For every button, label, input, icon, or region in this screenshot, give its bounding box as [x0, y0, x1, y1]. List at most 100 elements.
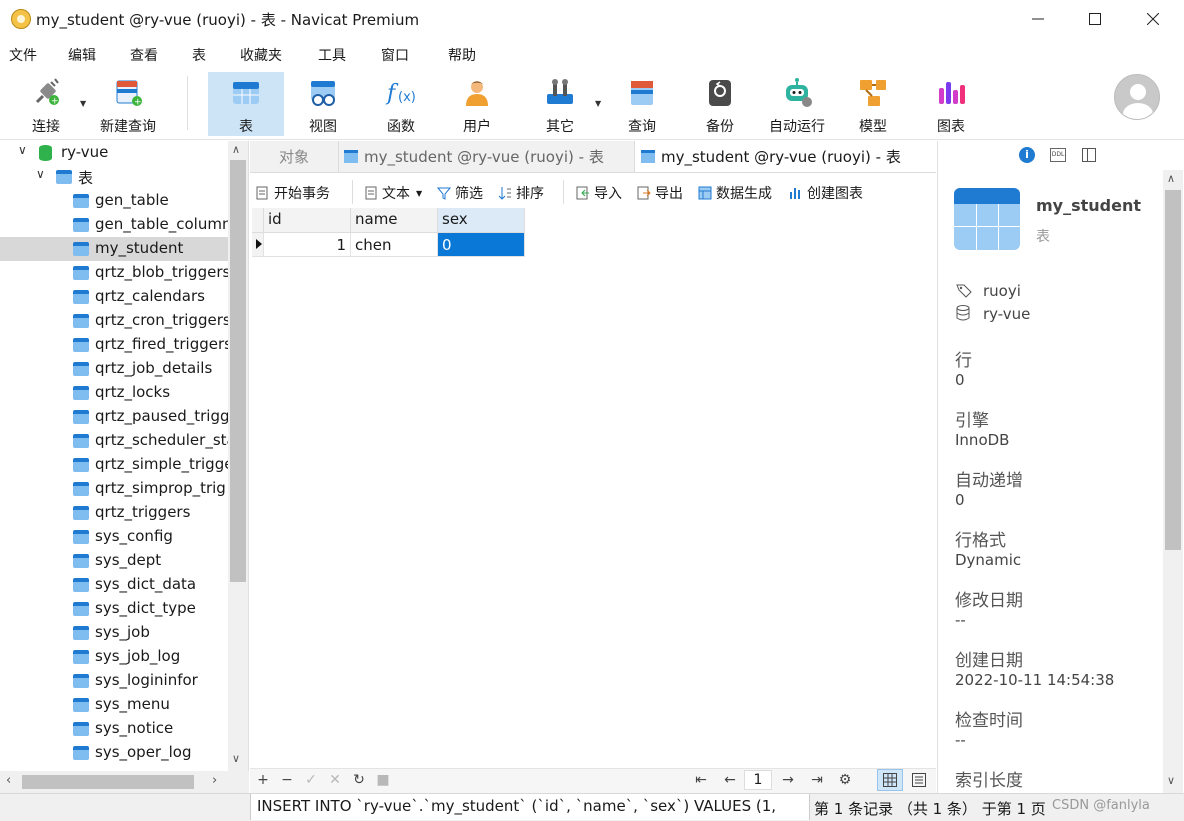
tree-table-item[interactable]: sys_oper_log — [0, 741, 228, 765]
connect-button[interactable]: + 连接 — [16, 72, 76, 136]
data-generation-button[interactable]: 数据生成 — [698, 182, 772, 204]
tree-tables-group-row[interactable]: ∨ 表 — [0, 165, 228, 189]
other-dropdown-caret[interactable]: ▼ — [595, 99, 601, 108]
close-button[interactable] — [1124, 0, 1182, 38]
add-record-icon[interactable]: + — [254, 771, 272, 789]
new-query-button[interactable]: + 新建查询 — [94, 72, 162, 136]
tree-table-item[interactable]: my_student — [0, 237, 228, 261]
table-icon — [73, 650, 89, 664]
create-chart-button[interactable]: 创建图表 — [789, 182, 863, 204]
tree-table-item[interactable]: qrtz_triggers — [0, 501, 228, 525]
user-button[interactable]: 用户 — [446, 72, 508, 136]
tree-table-item[interactable]: qrtz_simple_trigge — [0, 453, 228, 477]
delete-record-icon[interactable]: − — [278, 771, 296, 789]
column-header-id[interactable]: id — [264, 208, 351, 233]
tree-table-item[interactable]: qrtz_fired_triggers — [0, 333, 228, 357]
chevron-down-icon[interactable]: ∨ — [36, 167, 45, 181]
tree-table-item[interactable]: gen_table — [0, 189, 228, 213]
query-button[interactable]: 查询 — [612, 72, 672, 136]
maximize-button[interactable] — [1066, 0, 1124, 38]
page-number-input[interactable]: 1 — [744, 770, 772, 790]
menu-view[interactable]: 查看 — [130, 45, 158, 65]
tree-table-item[interactable]: sys_dept — [0, 549, 228, 573]
scroll-down-icon[interactable]: ∨ — [232, 752, 240, 765]
last-page-icon[interactable]: ⇥ — [808, 771, 826, 789]
tree-table-item[interactable]: qrtz_locks — [0, 381, 228, 405]
info-scrollbar-thumb[interactable] — [1165, 190, 1181, 550]
tree-table-item[interactable]: qrtz_simprop_trig — [0, 477, 228, 501]
column-header-sex[interactable]: sex — [438, 208, 525, 233]
info-icon[interactable]: i — [1019, 147, 1035, 163]
tree-table-item[interactable]: sys_dict_type — [0, 597, 228, 621]
chart-button[interactable]: 图表 — [920, 72, 982, 136]
next-page-icon[interactable]: → — [779, 771, 797, 789]
text-dropdown-caret[interactable]: ▼ — [416, 189, 422, 198]
tab-objects[interactable]: 对象 — [250, 141, 338, 172]
user-avatar[interactable] — [1114, 74, 1160, 120]
form-view-toggle[interactable] — [906, 769, 932, 791]
tab-my-student-1[interactable]: my_student @ry-vue (ruoyi) - 表 — [338, 141, 634, 172]
first-page-icon[interactable]: ⇤ — [692, 771, 710, 789]
scroll-up-icon[interactable]: ∧ — [1167, 172, 1175, 185]
discard-changes-icon[interactable]: ✕ — [326, 771, 344, 789]
tree-table-item[interactable]: sys_job_log — [0, 645, 228, 669]
tree-table-item[interactable]: qrtz_paused_trigg — [0, 405, 228, 429]
menu-table[interactable]: 表 — [192, 45, 206, 65]
column-header-name[interactable]: name — [351, 208, 438, 233]
sort-button[interactable]: 排序 — [498, 182, 544, 204]
previous-page-icon[interactable]: ← — [721, 771, 739, 789]
auto-run-button[interactable]: 自动运行 — [762, 72, 832, 136]
menu-window[interactable]: 窗口 — [381, 45, 409, 65]
chevron-down-icon[interactable]: ∨ — [18, 143, 27, 157]
scroll-left-icon[interactable]: ‹ — [6, 773, 11, 788]
menu-edit[interactable]: 编辑 — [68, 45, 96, 65]
tree-table-item[interactable]: sys_notice — [0, 717, 228, 741]
cell-name[interactable]: chen — [351, 233, 438, 257]
apply-changes-icon[interactable]: ✓ — [302, 771, 320, 789]
tree-table-item[interactable]: qrtz_blob_triggers — [0, 261, 228, 285]
tree-table-item[interactable]: qrtz_calendars — [0, 285, 228, 309]
text-view-button[interactable]: 文本 ▼ — [364, 182, 422, 204]
menu-help[interactable]: 帮助 — [448, 45, 476, 65]
tab-my-student-2[interactable]: my_student @ry-vue (ruoyi) - 表 — [634, 141, 936, 172]
ddl-icon[interactable]: DDL — [1050, 148, 1066, 162]
backup-button[interactable]: 备份 — [690, 72, 750, 136]
scroll-right-icon[interactable]: › — [212, 773, 217, 788]
tree-table-item[interactable]: sys_dict_data — [0, 573, 228, 597]
cell-id[interactable]: 1 — [264, 233, 351, 257]
scroll-up-icon[interactable]: ∧ — [232, 143, 240, 156]
tree-table-item[interactable]: qrtz_cron_triggers — [0, 309, 228, 333]
tree-table-item[interactable]: sys_menu — [0, 693, 228, 717]
connect-dropdown-caret[interactable]: ▼ — [80, 99, 86, 108]
model-button[interactable]: 模型 — [842, 72, 904, 136]
tree-horizontal-scrollbar-thumb[interactable] — [22, 775, 194, 789]
table-button[interactable]: 表 — [208, 72, 284, 136]
tree-table-item[interactable]: gen_table_column — [0, 213, 228, 237]
svg-text:(x): (x) — [398, 90, 416, 105]
tree-table-item[interactable]: qrtz_job_details — [0, 357, 228, 381]
tree-table-item[interactable]: sys_config — [0, 525, 228, 549]
tree-table-item[interactable]: sys_job — [0, 621, 228, 645]
tree-scrollbar-thumb[interactable] — [230, 160, 246, 582]
preview-icon[interactable] — [1082, 148, 1096, 162]
function-button[interactable]: f (x) 函数 — [370, 72, 432, 136]
cell-sex[interactable]: 0 — [438, 233, 525, 257]
menu-file[interactable]: 文件 — [9, 45, 37, 65]
export-button[interactable]: 导出 — [637, 182, 683, 204]
tree-table-item[interactable]: qrtz_scheduler_sta — [0, 429, 228, 453]
minimize-button[interactable] — [1009, 0, 1067, 38]
stop-icon[interactable]: ■ — [374, 771, 392, 789]
other-button[interactable]: 其它 — [528, 72, 592, 136]
scroll-down-icon[interactable]: ∨ — [1167, 774, 1175, 787]
tree-table-item[interactable]: sys_logininfor — [0, 669, 228, 693]
menu-favorites[interactable]: 收藏夹 — [240, 45, 282, 65]
gear-icon[interactable]: ⚙ — [836, 771, 854, 789]
begin-transaction-button[interactable]: 开始事务 — [256, 182, 330, 204]
view-button[interactable]: 视图 — [292, 72, 354, 136]
tree-connection-row[interactable]: ∨ ry-vue — [0, 141, 228, 165]
import-button[interactable]: 导入 — [576, 182, 622, 204]
filter-button[interactable]: 筛选 — [437, 182, 483, 204]
grid-view-toggle[interactable] — [877, 769, 903, 791]
refresh-icon[interactable]: ↻ — [350, 771, 368, 789]
menu-tools[interactable]: 工具 — [318, 45, 346, 65]
